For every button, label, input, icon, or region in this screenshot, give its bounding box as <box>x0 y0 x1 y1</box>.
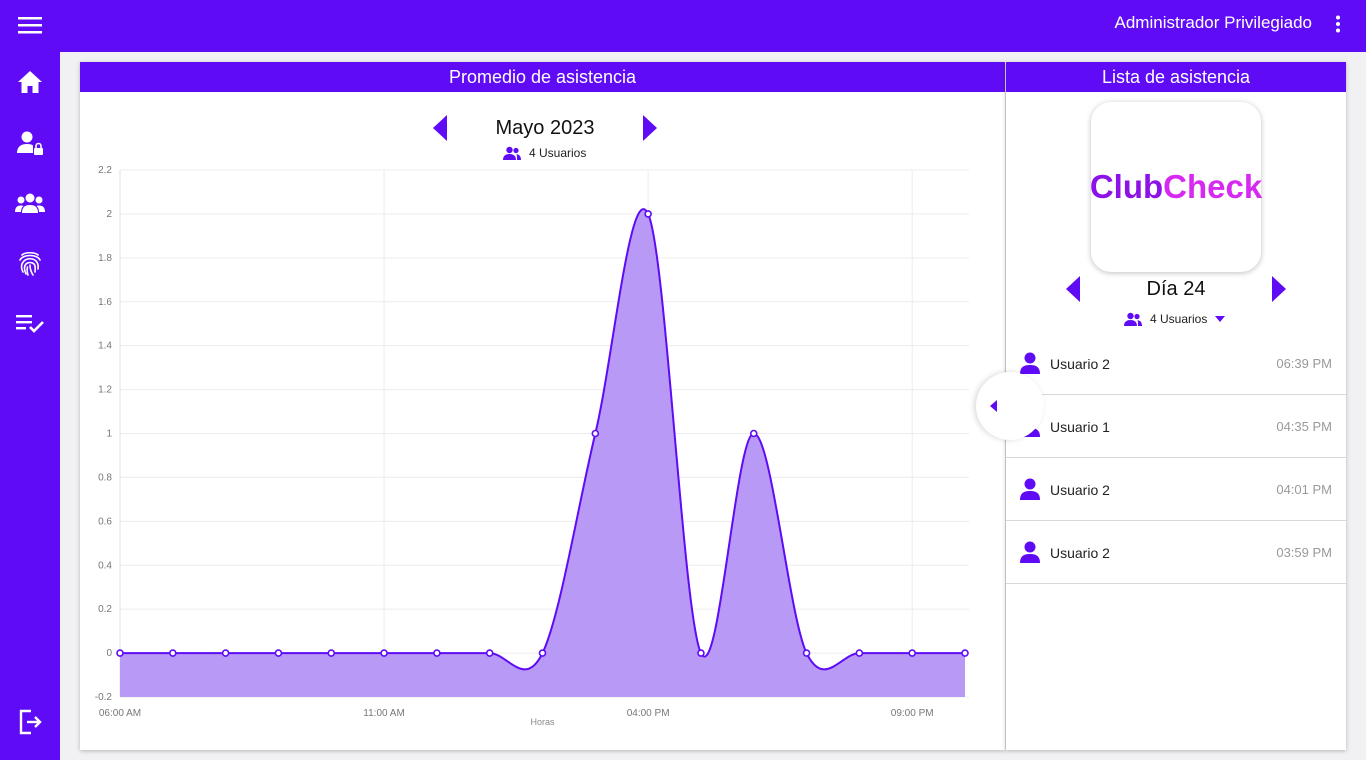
logo-check-text: Check <box>1163 168 1263 205</box>
day-users-count-label: 4 Usuarios <box>1150 312 1208 326</box>
user-name[interactable]: Administrador Privilegiado <box>1115 13 1312 33</box>
y-tick-label: -0.2 <box>95 692 113 703</box>
caret-down-icon <box>1215 316 1226 322</box>
caret-left-icon <box>990 400 997 412</box>
logout-button[interactable] <box>0 697 60 747</box>
data-point <box>644 210 652 218</box>
nav-user-permissions[interactable] <box>0 118 60 168</box>
data-point <box>485 649 494 657</box>
y-tick-label: 0 <box>106 648 112 659</box>
nav-attendance-list[interactable] <box>0 298 60 348</box>
day-navigator: Día 24 <box>1061 274 1291 304</box>
attendance-chart: -0.2 0 0.2 0.4 0.6 0.8 1 1.2 1.4 1.6 1.8 2 2.2 06:00 … <box>95 165 969 727</box>
triangle-left-icon <box>1066 276 1080 302</box>
more-options-button[interactable] <box>1328 12 1348 36</box>
data-point <box>221 649 230 657</box>
y-tick-label: 0.8 <box>98 472 112 483</box>
logo-club-text: Club <box>1089 168 1164 205</box>
collapse-panel-button[interactable] <box>976 372 1044 440</box>
checklist-icon <box>16 315 44 333</box>
fingerprint-icon <box>19 251 41 276</box>
attendee-name: Usuario 2 <box>1050 482 1110 498</box>
series-area <box>120 209 965 697</box>
list-item[interactable]: Usuario 2 04:01 PM <box>1006 458 1346 521</box>
data-point <box>908 649 916 657</box>
top-bar: Administrador Privilegiado <box>60 0 1366 52</box>
attendance-time: 04:01 PM <box>1276 482 1332 497</box>
data-point <box>169 649 177 657</box>
attendance-time: 06:39 PM <box>1276 356 1332 371</box>
day-users-dropdown[interactable]: 4 Usuarios <box>1124 312 1226 326</box>
next-day-button[interactable] <box>1269 275 1289 303</box>
attendance-list: Usuario 2 06:39 PM Usuario 1 04:35 PM Us… <box>1006 332 1346 584</box>
x-tick-label: 06:00 AM <box>99 708 141 719</box>
y-tick-label: 2.2 <box>98 165 112 176</box>
attendee-name: Usuario 2 <box>1050 545 1110 561</box>
y-tick-label: 1.4 <box>98 341 112 352</box>
list-item[interactable]: Usuario 2 03:59 PM <box>1006 521 1346 584</box>
day-label: Día 24 <box>1146 277 1206 300</box>
data-point <box>802 649 811 657</box>
attendee-name: Usuario 2 <box>1050 356 1110 372</box>
x-tick-label: 04:00 PM <box>627 708 670 719</box>
data-point <box>538 649 547 657</box>
x-tick-label: 09:00 PM <box>891 708 934 719</box>
data-point <box>961 649 969 657</box>
data-point <box>380 649 388 657</box>
attendee-name: Usuario 1 <box>1050 419 1110 435</box>
list-item[interactable]: Usuario 2 06:39 PM <box>1006 332 1346 395</box>
y-tick-label: 1.6 <box>98 297 112 308</box>
more-vertical-icon <box>1336 15 1340 33</box>
data-point <box>697 649 705 657</box>
x-tick-label: 11:00 AM <box>363 708 405 719</box>
data-point <box>855 649 864 657</box>
person-icon <box>1020 541 1040 563</box>
user-lock-icon <box>17 131 43 155</box>
y-tick-label: 0.6 <box>98 516 112 527</box>
logout-icon <box>19 709 42 735</box>
y-tick-label: 1.2 <box>98 385 112 396</box>
attendance-list-title: Lista de asistencia <box>1006 62 1346 92</box>
nav-home[interactable] <box>0 57 60 107</box>
users-group-icon <box>15 193 45 213</box>
clubcheck-logo: Club Check <box>1089 102 1263 272</box>
y-tick-label: 2 <box>106 209 112 220</box>
sidebar <box>0 0 60 760</box>
triangle-right-icon <box>1272 276 1286 302</box>
y-tick-label: 1 <box>106 429 112 440</box>
series-line <box>120 208 965 671</box>
y-tick-label: 0.4 <box>98 560 112 571</box>
nav-users[interactable] <box>0 178 60 228</box>
attendance-time: 03:59 PM <box>1276 545 1332 560</box>
data-point <box>433 649 441 657</box>
menu-button[interactable] <box>0 0 60 50</box>
person-icon <box>1020 478 1040 500</box>
data-point <box>749 429 758 438</box>
home-icon <box>18 71 42 93</box>
person-icon <box>1020 352 1040 374</box>
x-axis-label: Horas <box>530 717 555 727</box>
y-tick-label: 1.8 <box>98 253 112 264</box>
data-point <box>591 429 600 438</box>
users-icon <box>1124 312 1142 326</box>
list-item[interactable]: Usuario 1 04:35 PM <box>1006 395 1346 458</box>
data-point <box>116 649 124 657</box>
data-point <box>327 649 336 657</box>
attendance-average-panel: Promedio de asistencia Mayo 2023 4 Usuar… <box>80 62 1005 750</box>
attendance-list-panel: Lista de asistencia Club Check Día 24 4 U… <box>1006 62 1346 750</box>
nav-fingerprint[interactable] <box>0 238 60 288</box>
attendance-time: 04:35 PM <box>1276 419 1332 434</box>
y-tick-label: 0.2 <box>98 604 112 615</box>
menu-icon <box>18 17 42 34</box>
attendance-average-title: Promedio de asistencia <box>80 62 1005 92</box>
prev-day-button[interactable] <box>1063 275 1083 303</box>
data-point <box>274 649 283 657</box>
